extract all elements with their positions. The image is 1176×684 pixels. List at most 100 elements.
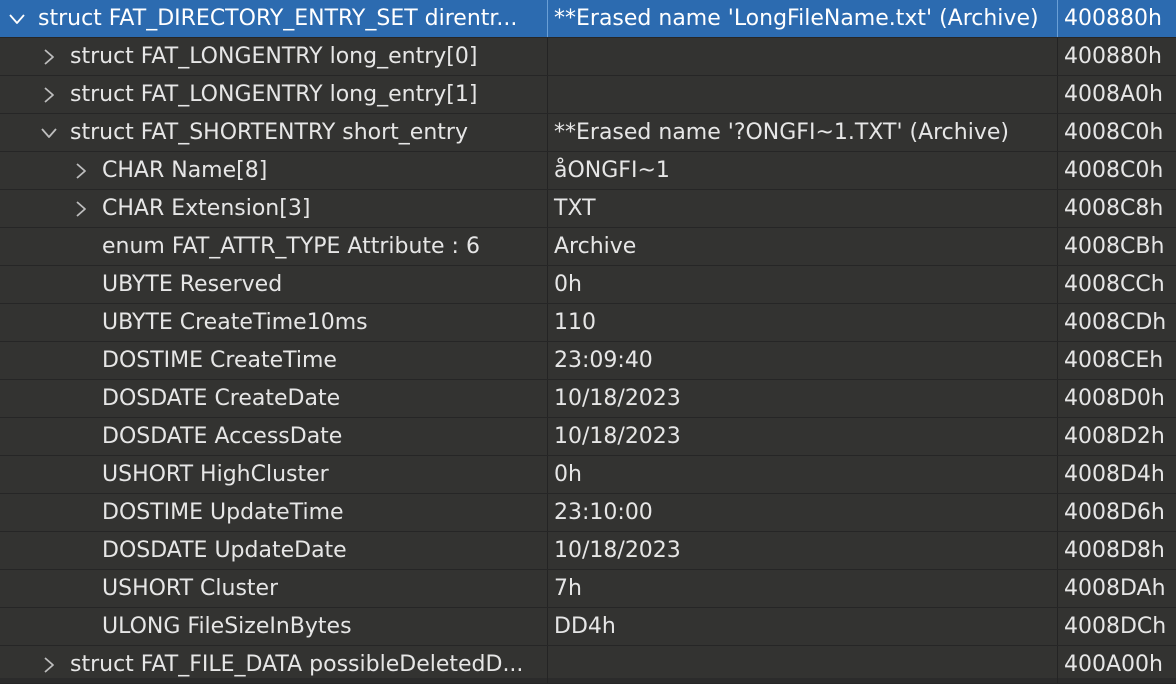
field-name: struct FAT_LONGENTRY long_entry[1] (70, 82, 478, 107)
field-value[interactable]: TXT (548, 190, 1058, 227)
name-cell: DOSTIME CreateTime (0, 342, 548, 379)
field-value[interactable]: åONGFI~1 (548, 152, 1058, 189)
tree-row[interactable]: DOSTIME CreateTime 23:09:40 4008CEh (0, 342, 1176, 380)
field-name: CHAR Extension[3] (102, 196, 311, 221)
chevron-right-icon[interactable] (70, 160, 92, 182)
no-expander (70, 312, 92, 334)
field-start-offset[interactable]: 4008A0h (1058, 76, 1176, 113)
field-name: DOSTIME CreateTime (102, 348, 337, 373)
tree-row[interactable]: struct FAT_LONGENTRY long_entry[1] 4008A0… (0, 76, 1176, 114)
chevron-right-icon[interactable] (38, 84, 60, 106)
field-start-offset[interactable]: 4008C0h (1058, 152, 1176, 189)
tree-row[interactable]: struct FAT_FILE_DATA possibleDeletedD...… (0, 646, 1176, 684)
field-name: struct FAT_LONGENTRY long_entry[0] (70, 44, 478, 69)
field-start-offset[interactable]: 4008C8h (1058, 190, 1176, 227)
field-value[interactable]: 10/18/2023 (548, 418, 1058, 455)
chevron-right-icon[interactable] (70, 198, 92, 220)
field-start-offset[interactable]: 4008CEh (1058, 342, 1176, 379)
name-cell: CHAR Name[8] (0, 152, 548, 189)
name-cell: struct FAT_DIRECTORY_ENTRY_SET direntr..… (0, 0, 548, 37)
template-results-tree[interactable]: struct FAT_DIRECTORY_ENTRY_SET direntr..… (0, 0, 1176, 684)
field-value[interactable]: 7h (548, 570, 1058, 607)
field-value[interactable] (548, 646, 1058, 683)
field-name: ULONG FileSizeInBytes (102, 614, 352, 639)
name-cell: enum FAT_ATTR_TYPE Attribute : 6 (0, 228, 548, 265)
field-value[interactable]: 0h (548, 456, 1058, 493)
chevron-down-icon[interactable] (38, 122, 60, 144)
field-start-offset[interactable]: 4008DAh (1058, 570, 1176, 607)
field-start-offset[interactable]: 400880h (1058, 0, 1176, 37)
tree-row[interactable]: DOSTIME UpdateTime 23:10:00 4008D6h (0, 494, 1176, 532)
field-value[interactable]: 23:09:40 (548, 342, 1058, 379)
tree-row[interactable]: UBYTE CreateTime10ms 110 4008CDh (0, 304, 1176, 342)
field-start-offset[interactable]: 400880h (1058, 38, 1176, 75)
tree-row[interactable]: USHORT HighCluster 0h 4008D4h (0, 456, 1176, 494)
field-name: UBYTE Reserved (102, 272, 283, 297)
no-expander (70, 578, 92, 600)
tree-row[interactable]: CHAR Name[8] åONGFI~1 4008C0h (0, 152, 1176, 190)
name-cell: UBYTE Reserved (0, 266, 548, 303)
field-value[interactable]: 110 (548, 304, 1058, 341)
field-value[interactable]: **Erased name 'LongFileName.txt' (Archiv… (548, 0, 1058, 37)
tree-row[interactable]: USHORT Cluster 7h 4008DAh (0, 570, 1176, 608)
field-name: DOSDATE CreateDate (102, 386, 341, 411)
field-name: struct FAT_SHORTENTRY short_entry (70, 120, 468, 145)
field-value[interactable] (548, 38, 1058, 75)
field-start-offset[interactable]: 4008D6h (1058, 494, 1176, 531)
tree-row[interactable]: DOSDATE AccessDate 10/18/2023 4008D2h (0, 418, 1176, 456)
field-name: DOSDATE UpdateDate (102, 538, 347, 563)
no-expander (70, 502, 92, 524)
no-expander (70, 616, 92, 638)
no-expander (70, 426, 92, 448)
field-value[interactable] (548, 76, 1058, 113)
field-start-offset[interactable]: 4008CDh (1058, 304, 1176, 341)
name-cell: struct FAT_LONGENTRY long_entry[0] (0, 38, 548, 75)
tree-row[interactable]: enum FAT_ATTR_TYPE Attribute : 6 Archive 4… (0, 228, 1176, 266)
chevron-right-icon[interactable] (38, 46, 60, 68)
field-name: CHAR Name[8] (102, 158, 268, 183)
tree-row[interactable]: struct FAT_DIRECTORY_ENTRY_SET direntr..… (0, 0, 1176, 38)
tree-row[interactable]: DOSDATE UpdateDate 10/18/2023 4008D8h (0, 532, 1176, 570)
field-start-offset[interactable]: 4008CCh (1058, 266, 1176, 303)
name-cell: struct FAT_FILE_DATA possibleDeletedD... (0, 646, 548, 683)
field-name: USHORT HighCluster (102, 462, 329, 487)
field-start-offset[interactable]: 4008D4h (1058, 456, 1176, 493)
no-expander (70, 274, 92, 296)
name-cell: ULONG FileSizeInBytes (0, 608, 548, 645)
no-expander (70, 388, 92, 410)
name-cell: USHORT Cluster (0, 570, 548, 607)
no-expander (70, 464, 92, 486)
field-name: UBYTE CreateTime10ms (102, 310, 368, 335)
field-start-offset[interactable]: 4008D2h (1058, 418, 1176, 455)
field-name: enum FAT_ATTR_TYPE Attribute : 6 (102, 234, 480, 259)
name-cell: CHAR Extension[3] (0, 190, 548, 227)
chevron-right-icon[interactable] (38, 654, 60, 676)
no-expander (70, 540, 92, 562)
field-value[interactable]: 0h (548, 266, 1058, 303)
tree-row[interactable]: CHAR Extension[3] TXT 4008C8h (0, 190, 1176, 228)
field-value[interactable]: 23:10:00 (548, 494, 1058, 531)
field-value[interactable]: 10/18/2023 (548, 380, 1058, 417)
field-start-offset[interactable]: 400A00h (1058, 646, 1176, 683)
field-start-offset[interactable]: 4008C0h (1058, 114, 1176, 151)
tree-row[interactable]: struct FAT_SHORTENTRY short_entry **Erase… (0, 114, 1176, 152)
tree-row[interactable]: struct FAT_LONGENTRY long_entry[0] 400880… (0, 38, 1176, 76)
field-start-offset[interactable]: 4008D0h (1058, 380, 1176, 417)
tree-row[interactable]: UBYTE Reserved 0h 4008CCh (0, 266, 1176, 304)
field-start-offset[interactable]: 4008DCh (1058, 608, 1176, 645)
tree-row[interactable]: ULONG FileSizeInBytes DD4h 4008DCh (0, 608, 1176, 646)
field-name: DOSDATE AccessDate (102, 424, 343, 449)
tree-row[interactable]: DOSDATE CreateDate 10/18/2023 4008D0h (0, 380, 1176, 418)
name-cell: struct FAT_SHORTENTRY short_entry (0, 114, 548, 151)
field-value[interactable]: 10/18/2023 (548, 532, 1058, 569)
field-start-offset[interactable]: 4008CBh (1058, 228, 1176, 265)
field-name: DOSTIME UpdateTime (102, 500, 344, 525)
chevron-down-icon[interactable] (6, 8, 28, 30)
field-value[interactable]: Archive (548, 228, 1058, 265)
field-start-offset[interactable]: 4008D8h (1058, 532, 1176, 569)
name-cell: DOSDATE AccessDate (0, 418, 548, 455)
field-value[interactable]: **Erased name '?ONGFI~1.TXT' (Archive) (548, 114, 1058, 151)
name-cell: DOSDATE UpdateDate (0, 532, 548, 569)
field-name: USHORT Cluster (102, 576, 279, 601)
field-value[interactable]: DD4h (548, 608, 1058, 645)
